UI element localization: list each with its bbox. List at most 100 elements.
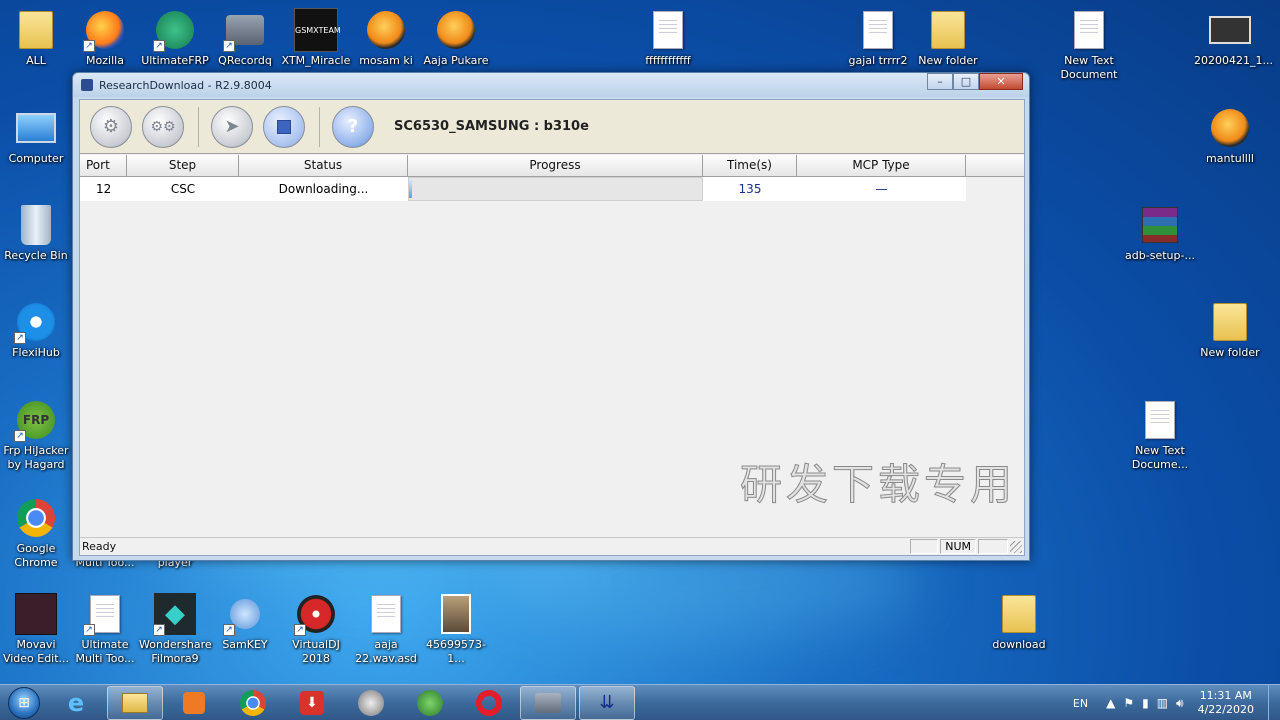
desktop-icon-adb-setup[interactable]: adb-setup-... — [1124, 203, 1196, 263]
clock-date: 4/22/2020 — [1197, 703, 1254, 716]
desktop-icon-aaja-asd[interactable]: aaja 22.wav.asd — [350, 592, 422, 666]
language-indicator[interactable]: EN — [1073, 697, 1088, 710]
volume-icon[interactable]: 🔊︎ — [1176, 696, 1184, 711]
toolbar-separator — [198, 106, 199, 147]
desktop-icon-mosam-ki[interactable]: mosam ki — [350, 8, 422, 68]
desktop-icon-recycle-bin[interactable]: Recycle Bin — [0, 203, 72, 263]
asd-file-icon — [371, 595, 401, 633]
desktop-icon-filmora[interactable]: ◆ ↗ Wondershare Filmora9 — [139, 592, 212, 666]
progress-fill — [409, 180, 412, 198]
grid-header: Port Step Status Progress Time(s) MCP Ty… — [80, 155, 1024, 177]
start-button[interactable]: ⊞ — [0, 685, 48, 720]
maximize-button[interactable]: □ — [953, 73, 979, 90]
network-tray-icon[interactable]: ▥ — [1157, 696, 1168, 710]
desktop-icon-video-20200421[interactable]: 20200421_1... — [1194, 8, 1273, 68]
minimize-button[interactable]: – — [927, 73, 953, 90]
folder-icon — [931, 11, 965, 49]
column-header-mcp-type[interactable]: MCP Type — [797, 155, 966, 176]
taskbar: ⊞ e ⬇ ⇊ EN ▲ ⚑ ▮ ▥ 🔊︎ 11:31 AM 4/22/2020 — [0, 684, 1280, 720]
status-text: Ready — [82, 540, 117, 553]
clock-time: 11:31 AM — [1199, 689, 1252, 702]
icon-label: Movavi Video Edit... — [2, 638, 70, 665]
user-folder-icon — [19, 11, 53, 49]
taskbar-chrome[interactable] — [225, 686, 281, 720]
recycle-bin-icon — [21, 205, 51, 245]
clock[interactable]: 11:31 AM 4/22/2020 — [1198, 689, 1254, 717]
icon-label: SamKEY — [222, 638, 268, 651]
status-bar: Ready NUM — [80, 537, 1024, 555]
column-header-progress[interactable]: Progress — [408, 155, 703, 176]
column-header-step[interactable]: Step — [127, 155, 239, 176]
taskbar-media-player[interactable] — [166, 686, 222, 720]
research-download-icon: ⇊ — [599, 692, 615, 713]
column-header-status[interactable]: Status — [239, 155, 408, 176]
desktop-icon-mozilla[interactable]: ↗ Mozilla — [69, 8, 141, 68]
table-row[interactable]: 12 CSC Downloading... 135 — — [80, 177, 1024, 201]
fl-studio-icon — [1211, 109, 1249, 147]
media-player-icon — [183, 691, 205, 714]
desktop-icon-flexihub[interactable]: ↗ FlexiHub — [0, 300, 72, 360]
taskbar-research-download[interactable]: ⇊ — [579, 685, 635, 720]
cell-progress-bar — [408, 177, 703, 201]
desktop-icon-google-chrome[interactable]: Google Chrome — [0, 496, 72, 570]
taskbar-opera[interactable] — [461, 686, 517, 720]
desktop-icon-ultimate-multi-tool[interactable]: ↗ Ultimate Multi Too... — [69, 592, 141, 666]
show-desktop-button[interactable] — [1268, 685, 1280, 720]
desktop-icon-samkey[interactable]: ↗ SamKEY — [209, 592, 281, 652]
model-label: SC6530_SAMSUNG : b310e — [394, 119, 589, 134]
window-titlebar[interactable]: ResearchDownload - R2.9.8004 – □ ✕ — [73, 73, 1029, 97]
movavi-icon — [15, 593, 57, 635]
desktop-icon-computer[interactable]: Computer — [0, 106, 72, 166]
desktop-icon-new-folder-right[interactable]: New folder — [1194, 300, 1266, 360]
taskbar-network[interactable] — [402, 686, 458, 720]
power-icon[interactable]: ▮ — [1142, 696, 1149, 710]
desktop-icon-virtualdj[interactable]: ↗ VirtualDJ 2018 — [280, 592, 352, 666]
desktop-icon-image-45699573[interactable]: 45699573-1... — [420, 592, 492, 666]
desktop-icon-download[interactable]: download — [983, 592, 1055, 652]
desktop-icon-new-folder-top[interactable]: New folder — [912, 8, 984, 68]
system-tray: EN ▲ ⚑ ▮ ▥ 🔊︎ 11:31 AM 4/22/2020 — [1073, 685, 1280, 720]
app-icon — [81, 79, 93, 91]
network-icon — [417, 689, 443, 716]
desktop-icon-ffff-mp3[interactable]: ffffffffffff — [632, 8, 704, 68]
taskbar-file-explorer[interactable] — [107, 685, 163, 720]
desktop-icon-all[interactable]: ALL — [0, 8, 72, 68]
close-button[interactable]: ✕ — [979, 73, 1023, 90]
column-header-port[interactable]: Port — [80, 155, 127, 176]
load-packet-button[interactable]: ⚙ — [90, 105, 132, 148]
desktop-icon-aaja-pukare[interactable]: Aaja Pukare — [420, 8, 492, 68]
desktop-icon-frp-hijacker[interactable]: FRP ↗ Frp HiJacker by Hagard — [0, 398, 72, 472]
port-grid: Port Step Status Progress Time(s) MCP Ty… — [80, 155, 1024, 540]
research-download-window: ResearchDownload - R2.9.8004 – □ ✕ ⚙ ⚙⚙ … — [72, 72, 1030, 561]
icon-label: mosam ki — [359, 54, 413, 67]
desktop-icon-xtm-miracle[interactable]: GSMXTEAM XTM_Miracle — [280, 8, 352, 68]
start-download-icon: ➤ — [224, 116, 240, 137]
icon-label: Recycle Bin — [4, 249, 68, 262]
action-center-icon[interactable]: ⚑ — [1123, 696, 1134, 710]
desktop-icon-new-text-docume[interactable]: New Text Docume... — [1124, 398, 1196, 472]
show-hidden-icons-icon[interactable]: ▲ — [1106, 696, 1115, 710]
taskbar-camcorder[interactable] — [520, 685, 576, 720]
stop-button[interactable] — [263, 105, 305, 148]
icon-label: New folder — [918, 54, 978, 67]
computer-icon — [16, 113, 56, 143]
desktop-icon-new-text-document[interactable]: New Text Document — [1053, 8, 1125, 82]
desktop-icon-qrecordq[interactable]: ↗ QRecordq — [209, 8, 281, 68]
taskbar-itunes[interactable] — [343, 686, 399, 720]
folder-icon — [1213, 303, 1247, 341]
icon-label: New Text Docume... — [1131, 444, 1189, 471]
status-pane-empty — [910, 539, 939, 554]
desktop-icon-ultimatefrp[interactable]: ↗ UltimateFRP — [139, 8, 211, 68]
desktop-icon-movavi[interactable]: Movavi Video Edit... — [0, 592, 72, 666]
settings-button[interactable]: ⚙⚙ — [142, 105, 184, 148]
help-button[interactable]: ? — [332, 105, 374, 148]
start-download-button[interactable]: ➤ — [211, 105, 253, 148]
desktop-icon-mantullll[interactable]: mantullll — [1194, 106, 1266, 166]
icon-label: ALL — [26, 54, 46, 67]
icon-label: UltimateFRP — [141, 54, 209, 67]
column-header-time[interactable]: Time(s) — [703, 155, 797, 176]
taskbar-internet-explorer[interactable]: e — [48, 686, 104, 720]
taskbar-idm[interactable]: ⬇ — [284, 686, 340, 720]
resize-grip-icon[interactable] — [1010, 540, 1022, 553]
desktop-icon-gajal-mp3[interactable]: gajal trrrr2 — [842, 8, 914, 68]
